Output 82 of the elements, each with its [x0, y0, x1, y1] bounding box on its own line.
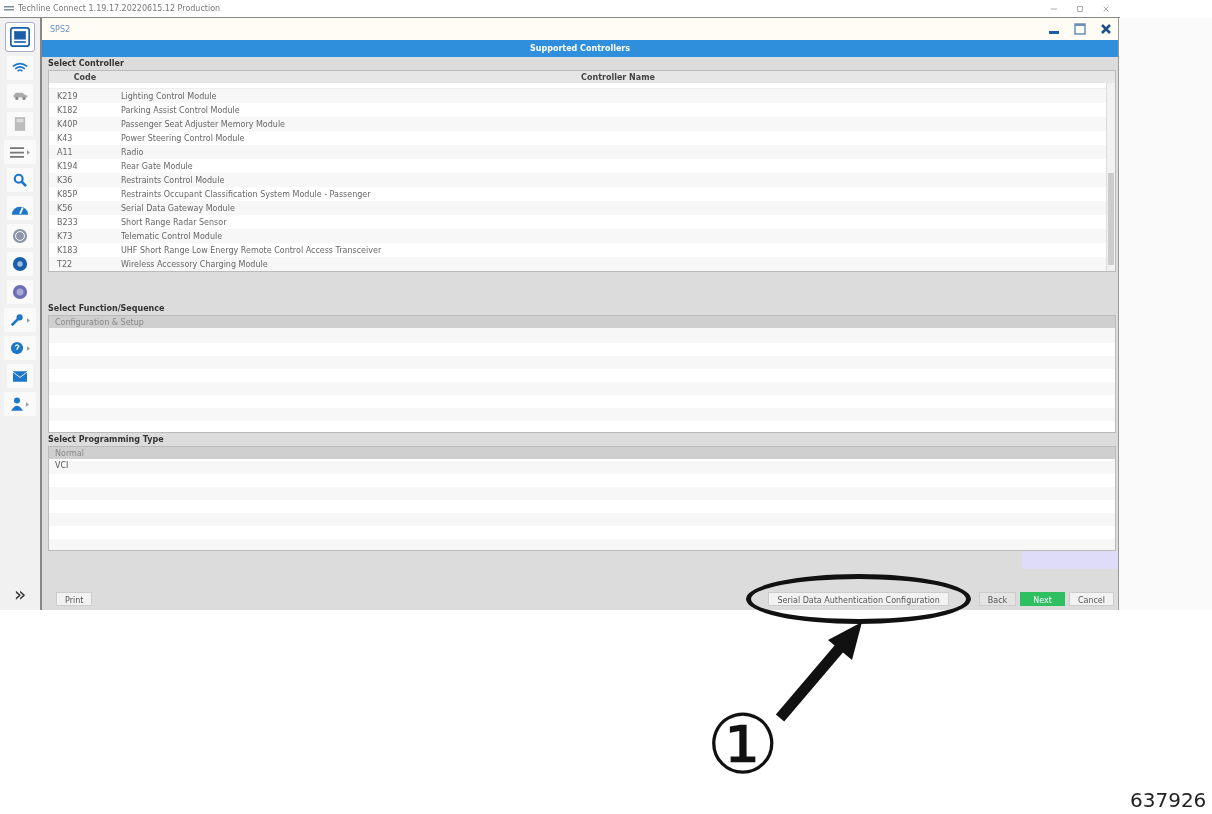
code-cell-text: K73 [56, 231, 74, 241]
search-icon[interactable] [13, 173, 27, 187]
code-cell-text: K43 [56, 133, 74, 143]
logo-icon[interactable] [5, 22, 35, 52]
caret-icon [27, 345, 30, 351]
table-row[interactable]: T22 Wireless Accessory Charging Module [49, 257, 1106, 271]
table-row[interactable]: K219 Lighting Control Module [49, 89, 1106, 103]
user-icon[interactable] [11, 397, 23, 411]
print-button[interactable]: Print [56, 592, 93, 606]
circle-icon[interactable] [12, 256, 28, 272]
name-cell-text: Restraints Occupant Classification System Module - Passenger [121, 189, 372, 199]
table-row[interactable]: K36 Restraints Control Module [49, 173, 1106, 187]
code-cell-text: K40P [56, 119, 79, 129]
caret-icon [27, 149, 30, 155]
code-cell-text: K85P [56, 189, 79, 199]
name-cell-text: Restraints Control Module [121, 175, 226, 185]
name-cell-text: Power Steering Control Module [121, 133, 246, 143]
table-row[interactable]: K56 Serial Data Gateway Module [49, 201, 1106, 215]
window-title: Techline Connect 1.19.17.20220615.12 Production [18, 4, 221, 13]
car-icon[interactable] [12, 91, 28, 101]
code-cell-text: K36 [56, 175, 74, 185]
disc-icon[interactable] [12, 284, 28, 300]
code-cell-text: B233 [56, 217, 79, 227]
sidebar-button[interactable] [7, 56, 33, 80]
app-icon [4, 4, 14, 13]
name-cell-text: Lighting Control Module [121, 91, 218, 101]
help-icon[interactable] [10, 341, 24, 355]
code-cell-text: A11 [56, 147, 74, 157]
code-cell-text: T22 [56, 259, 74, 269]
list-item[interactable]: VCI [49, 459, 1115, 472]
sidebar-button[interactable] [7, 252, 33, 276]
list-icon[interactable] [10, 146, 24, 158]
sidebar-button[interactable] [7, 280, 33, 304]
column-header[interactable]: Code [49, 72, 121, 82]
code-cell-text: K56 [56, 203, 74, 213]
table-row[interactable]: A11 Radio [49, 145, 1106, 159]
sidebar-button[interactable] [4, 308, 36, 332]
sidebar-button[interactable] [7, 224, 33, 248]
code-cell-text: K183 [56, 245, 79, 255]
name-cell-text: Rear Gate Module [121, 161, 194, 171]
caret-icon [27, 317, 30, 323]
name-cell-text: Passenger Seat Adjuster Memory Module [121, 119, 287, 129]
close-icon[interactable] [1100, 23, 1112, 35]
scroll-thumb[interactable] [1108, 173, 1114, 265]
code-cell-text: K194 [56, 161, 79, 171]
wrench-icon[interactable] [10, 313, 24, 327]
sidebar-button[interactable] [4, 336, 36, 360]
section-label: Select Programming Type [48, 434, 165, 446]
back-button[interactable]: Back [978, 592, 1017, 606]
name-cell-text: Telematic Control Module [121, 231, 224, 241]
scrollbar[interactable] [1106, 83, 1115, 271]
name-cell-text: Parking Assist Control Module [121, 105, 241, 115]
maximize-icon[interactable] [1074, 23, 1086, 35]
figure-number: 637926 [1130, 790, 1207, 810]
sidebar-button[interactable] [7, 364, 33, 388]
list-header: Configuration & Setup [49, 316, 1115, 328]
expand-button[interactable]: » [9, 582, 31, 610]
name-cell-text: Radio [121, 147, 145, 157]
sidebar-button[interactable] [4, 140, 36, 164]
name-cell-text: Serial Data Gateway Module [121, 203, 236, 213]
mail-icon[interactable] [13, 370, 27, 382]
globe-icon[interactable] [12, 228, 28, 244]
column-header[interactable]: Controller Name [121, 72, 1115, 82]
cancel-button[interactable]: Cancel [1068, 592, 1114, 606]
step-marker: ① [706, 704, 780, 786]
table-row[interactable]: K40P Passenger Seat Adjuster Memory Module [49, 117, 1106, 131]
name-cell-text: Short Range Radar Sensor [121, 217, 228, 227]
list-header: Normal [49, 447, 1115, 459]
sidebar-button[interactable] [4, 392, 36, 416]
code-cell-text: K219 [56, 91, 79, 101]
caret-icon [26, 401, 29, 407]
banner-title: Supported Controllers [42, 40, 1118, 57]
sidebar-button[interactable] [7, 168, 33, 192]
section-label: Select Controller [48, 58, 125, 70]
name-cell-text: UHF Short Range Low Energy Remote Control Access Transceiver [121, 245, 383, 255]
section-label: Select Function/Sequence [48, 303, 166, 315]
app-title: SPS2 [50, 24, 71, 34]
name-cell-text: Wireless Accessory Charging Module [121, 259, 269, 269]
code-cell-text: K182 [56, 105, 79, 115]
serial-data-authentication-button[interactable]: Serial Data Authentication Configuration [768, 592, 949, 606]
table-row[interactable]: K73 Telematic Control Module [49, 229, 1106, 243]
wifi-icon[interactable] [12, 62, 28, 74]
